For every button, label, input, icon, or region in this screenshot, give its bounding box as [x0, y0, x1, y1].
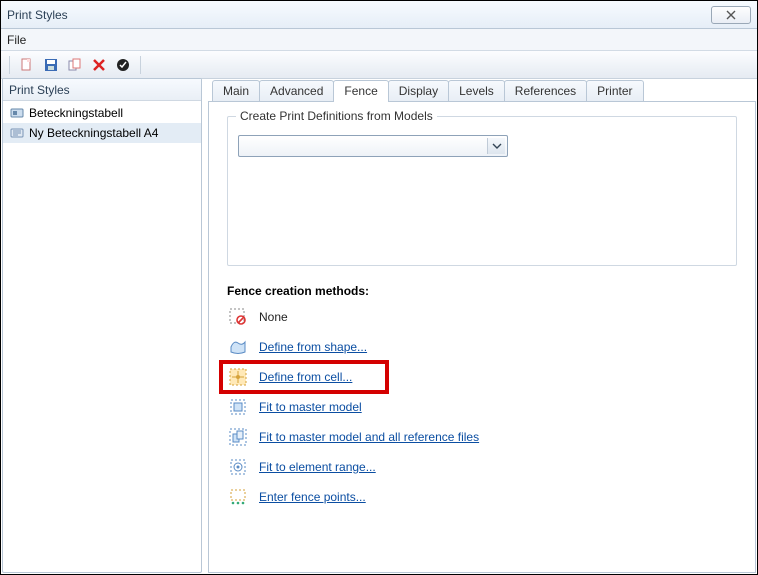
tab-advanced[interactable]: Advanced: [259, 80, 334, 101]
tree-item[interactable]: Beteckningstabell: [3, 103, 201, 123]
method-fit-element-range[interactable]: Fit to element range...: [227, 456, 737, 478]
tab-references[interactable]: References: [504, 80, 587, 101]
tab-printer[interactable]: Printer: [586, 80, 643, 101]
apply-icon: [115, 57, 131, 73]
method-label: Fit to master model: [259, 400, 362, 414]
tab-main[interactable]: Main: [212, 80, 260, 101]
close-icon: [724, 10, 738, 20]
method-label: Fit to master model and all reference fi…: [259, 430, 479, 444]
fit-master-icon: [227, 396, 249, 418]
copy-style-button[interactable]: [66, 56, 84, 74]
create-definitions-group: Create Print Definitions from Models: [227, 116, 737, 266]
range-icon: [227, 456, 249, 478]
chevron-down-icon: [487, 138, 505, 154]
fence-methods-list: None Define from shape... Define from ce…: [227, 306, 737, 508]
print-styles-tree: Beteckningstabell Ny Beteckningstabell A…: [3, 101, 201, 145]
delete-button[interactable]: [90, 56, 108, 74]
method-none[interactable]: None: [227, 306, 737, 328]
method-label: Enter fence points...: [259, 490, 366, 504]
style-icon: [9, 105, 25, 121]
new-doc-icon: [19, 57, 35, 73]
title-bar: Print Styles: [1, 1, 757, 29]
tab-content-fence: Create Print Definitions from Models Fen…: [208, 102, 756, 573]
shape-icon: [227, 336, 249, 358]
cell-icon: [227, 366, 249, 388]
method-fit-master-all[interactable]: Fit to master model and all reference fi…: [227, 426, 737, 448]
save-icon: [43, 57, 59, 73]
left-panel-header: Print Styles: [3, 79, 201, 101]
apply-button[interactable]: [114, 56, 132, 74]
tabs: Main Advanced Fence Display Levels Refer…: [208, 78, 756, 102]
toolbar: [1, 51, 757, 79]
models-combo[interactable]: [238, 135, 508, 157]
delete-icon: [91, 57, 107, 73]
method-label: None: [259, 310, 288, 324]
copy-style-icon: [67, 57, 83, 73]
right-panel: Main Advanced Fence Display Levels Refer…: [208, 78, 756, 573]
tab-levels[interactable]: Levels: [448, 80, 505, 101]
menu-file[interactable]: File: [7, 33, 26, 47]
menu-bar: File: [1, 29, 757, 51]
tree-item-label: Beteckningstabell: [29, 106, 123, 120]
method-label: Define from cell...: [259, 370, 352, 384]
none-icon: [227, 306, 249, 328]
left-panel: Print Styles Beteckningstabell Ny Beteck…: [2, 78, 202, 573]
new-doc-button[interactable]: [18, 56, 36, 74]
method-enter-points[interactable]: Enter fence points...: [227, 486, 737, 508]
method-define-from-shape[interactable]: Define from shape...: [227, 336, 737, 358]
method-label: Define from shape...: [259, 340, 367, 354]
style-icon: [9, 125, 25, 141]
method-label: Fit to element range...: [259, 460, 376, 474]
fit-all-icon: [227, 426, 249, 448]
group-title: Create Print Definitions from Models: [236, 109, 437, 123]
method-fit-master[interactable]: Fit to master model: [227, 396, 737, 418]
tree-item-label: Ny Beteckningstabell A4: [29, 126, 158, 140]
fence-methods-title: Fence creation methods:: [227, 284, 737, 298]
method-define-from-cell[interactable]: Define from cell...: [227, 366, 737, 388]
points-icon: [227, 486, 249, 508]
window-title: Print Styles: [7, 8, 68, 22]
close-button[interactable]: [711, 6, 751, 24]
save-button[interactable]: [42, 56, 60, 74]
tab-fence[interactable]: Fence: [333, 80, 388, 102]
tab-display[interactable]: Display: [388, 80, 449, 101]
tree-item[interactable]: Ny Beteckningstabell A4: [3, 123, 201, 143]
